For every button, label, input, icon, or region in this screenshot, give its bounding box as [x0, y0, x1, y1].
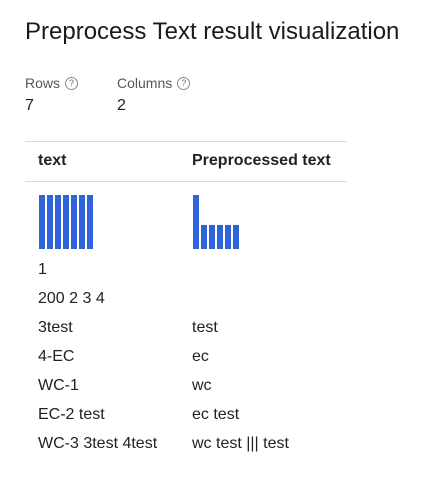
header-divider [25, 181, 347, 182]
rows-stat-label-wrap: Rows ? [25, 75, 79, 91]
table-cell-text: WC-1 [38, 377, 79, 394]
table-cell-text: 3test [38, 319, 73, 336]
table-cell-text: 4-EC [38, 348, 75, 365]
column-header-preprocessed-text[interactable]: Preprocessed text [192, 152, 331, 170]
help-icon[interactable]: ? [177, 76, 191, 90]
preprocessed-text-histogram[interactable] [193, 193, 241, 249]
histogram-bar[interactable] [71, 195, 77, 249]
table-cell-text: 1 [38, 261, 47, 278]
histogram-bar[interactable] [225, 225, 231, 249]
histogram-bar[interactable] [217, 225, 223, 249]
histogram-bar[interactable] [209, 225, 215, 249]
text-histogram[interactable] [39, 193, 95, 249]
table-cell-preprocessed: test [192, 319, 218, 336]
table-cell-preprocessed: wc test ||| test [192, 435, 289, 452]
column-header-text[interactable]: text [38, 152, 66, 170]
histogram-bar[interactable] [87, 195, 93, 249]
table-cell-preprocessed: wc [192, 377, 212, 394]
columns-stat-label: Columns [117, 75, 173, 91]
rows-stat-label: Rows [25, 75, 61, 91]
columns-stat-label-wrap: Columns ? [117, 75, 191, 91]
histogram-bar[interactable] [193, 195, 199, 249]
histogram-bar[interactable] [55, 195, 61, 249]
histogram-bar[interactable] [79, 195, 85, 249]
histogram-bar[interactable] [39, 195, 45, 249]
rows-stat-value: 7 [25, 97, 34, 114]
rows-stat: Rows ? 7 [25, 75, 79, 115]
table-cell-preprocessed: ec test [192, 406, 240, 423]
histogram-bar[interactable] [233, 225, 239, 249]
table-cell-text: EC-2 test [38, 406, 105, 423]
help-icon[interactable]: ? [65, 76, 79, 90]
columns-stat: Columns ? 2 [117, 75, 191, 115]
histogram-bar[interactable] [47, 195, 53, 249]
table-cell-preprocessed: ec [192, 348, 209, 365]
columns-stat-value: 2 [117, 97, 126, 114]
table-cell-text: WC-3 3test 4test [38, 435, 158, 452]
table-cell-text: 200 2 3 4 [38, 290, 105, 307]
table-top-divider [25, 141, 347, 142]
histogram-bar[interactable] [201, 225, 207, 249]
page-title: Preprocess Text result visualization [25, 18, 400, 45]
histogram-bar[interactable] [63, 195, 69, 249]
